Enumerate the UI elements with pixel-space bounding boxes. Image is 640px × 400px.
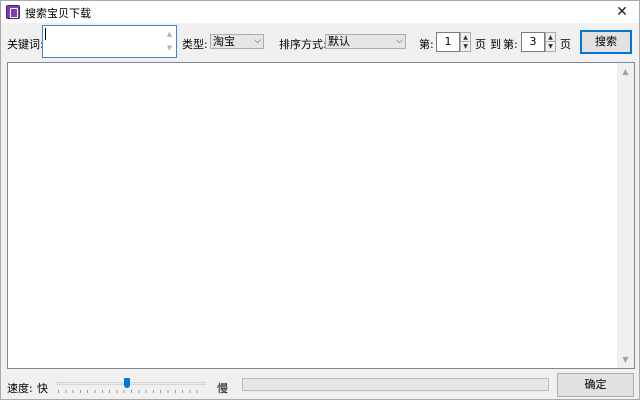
type-select-value: 淘宝 [213,35,235,48]
title-bar: 搜索宝贝下载 ✕ [1,1,639,23]
sort-select[interactable]: 默认 ⌵ [325,34,406,49]
page-to-value: 3 [529,35,537,48]
window-title: 搜索宝贝下载 [25,7,91,20]
page-from-input[interactable]: 1 [436,32,460,52]
list-scrollbar[interactable]: ▲ ▼ [617,63,634,368]
text-caret [45,28,46,40]
keyword-input[interactable]: ▲ ▼ [42,25,177,58]
page-to-spinner[interactable]: ▲ ▼ [545,32,556,52]
page-to-label: 到 [490,38,501,51]
spin-up-icon[interactable]: ▲ [461,33,470,42]
type-label: 类型: [182,38,208,51]
search-download-window: 搜索宝贝下载 ✕ 关键词: ▲ ▼ 类型: 淘宝 ⌵ 排序方式: 默认 ⌵ 第:… [0,0,640,400]
search-button[interactable]: 搜索 [580,30,632,54]
keyword-label: 关键词: [7,38,44,51]
app-icon [6,5,20,19]
page-from-spinner[interactable]: ▲ ▼ [460,32,471,52]
close-button[interactable]: ✕ [605,1,639,23]
page-unit-label: 页 [475,38,486,51]
results-list[interactable]: ▲ ▼ [7,62,635,369]
scroll-up-icon[interactable]: ▲ [164,27,175,41]
scroll-up-icon[interactable]: ▲ [617,63,634,80]
speed-slider-thumb[interactable] [123,378,130,388]
spin-down-icon[interactable]: ▼ [546,42,555,51]
page-unit-label-2: 页 [560,38,571,51]
speed-slider-track[interactable] [56,382,206,385]
speed-slider-ticks [58,390,204,393]
page-from-label: 第: [419,38,434,51]
chevron-down-icon: ⌵ [396,36,403,46]
ok-button[interactable]: 确定 [557,373,634,397]
sort-label: 排序方式: [279,38,327,51]
page-from-value: 1 [444,35,452,48]
type-select[interactable]: 淘宝 ⌵ [210,34,264,49]
scroll-down-icon[interactable]: ▼ [164,41,175,55]
sort-select-value: 默认 [328,35,350,48]
page-to-prefix-label: 第: [503,38,518,51]
download-progress-bar [242,378,549,391]
speed-label: 速度: [7,382,33,395]
speed-slow-label: 慢 [217,382,228,395]
speed-fast-label: 快 [37,382,48,395]
chevron-down-icon: ⌵ [254,36,261,46]
spin-up-icon[interactable]: ▲ [546,33,555,42]
page-to-input[interactable]: 3 [521,32,545,52]
spin-down-icon[interactable]: ▼ [461,42,470,51]
keyword-scroll-arrows[interactable]: ▲ ▼ [164,27,175,56]
scroll-down-icon[interactable]: ▼ [617,351,634,368]
